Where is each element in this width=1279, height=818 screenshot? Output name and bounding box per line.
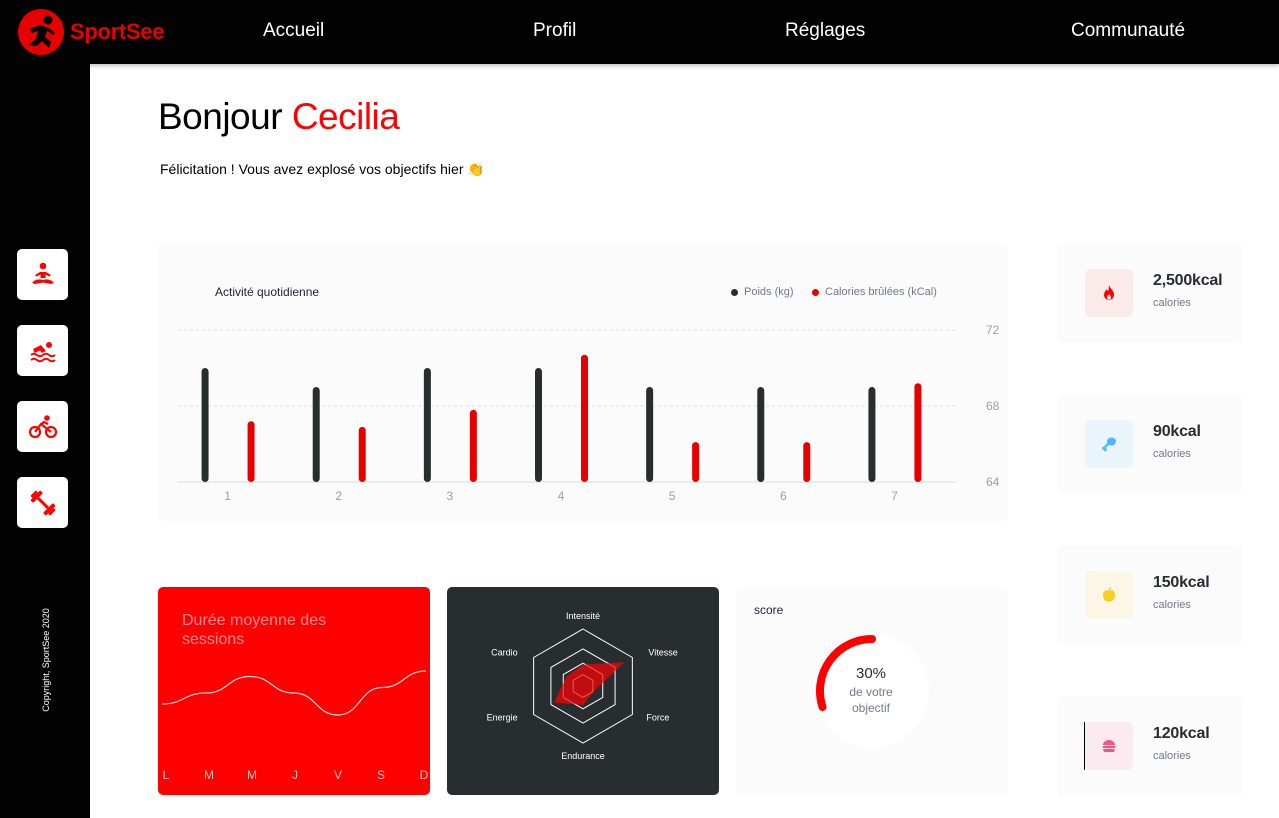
sessions-plot: LMMJVSD <box>161 670 429 782</box>
dumbbell-icon <box>30 490 55 515</box>
score-line2: objectif <box>851 701 891 715</box>
sidebar-item-yoga[interactable] <box>17 249 68 300</box>
day-label: L <box>163 768 170 782</box>
day-label: S <box>377 768 385 782</box>
day-label: D <box>420 768 429 782</box>
runner-logo-icon <box>18 9 64 55</box>
activity-plot: 64 68 72 1 2 3 4 5 6 7 <box>178 323 1000 503</box>
day-label: J <box>292 768 298 782</box>
session-line <box>161 670 427 716</box>
key-card-icon-box <box>1085 571 1133 619</box>
calories-label: calories <box>1153 297 1191 309</box>
weight-bar <box>757 387 765 482</box>
nav-communaute[interactable]: Communauté <box>1071 20 1185 42</box>
x-tick-label: 2 <box>335 489 342 503</box>
key-card-icon-box <box>1085 722 1133 770</box>
nav-reglages[interactable]: Réglages <box>785 20 865 42</box>
chicken-icon <box>1102 437 1116 452</box>
y-tick-label: 72 <box>986 323 1000 337</box>
weight-bar <box>868 387 876 482</box>
yoga-icon <box>31 262 54 284</box>
score-percent: 30% <box>855 665 887 682</box>
day-label: V <box>334 768 342 782</box>
radar-axis-label: Cardio <box>491 648 518 658</box>
logo[interactable]: SportSee <box>18 9 164 55</box>
weight-bar <box>423 368 431 482</box>
score-center: 30% de votre objectif <box>821 665 921 716</box>
average-sessions-chart: Durée moyenne des sessions LMMJVSD <box>158 587 430 795</box>
key-card-proteins: 90kcal calories <box>1057 394 1242 494</box>
radar-axis-label: Energie <box>487 713 518 723</box>
x-tick-label: 5 <box>669 489 676 503</box>
performance-radar-chart: Intensité Vitesse Force Endurance Energie Car… <box>447 587 719 795</box>
x-tick-label: 7 <box>891 489 898 503</box>
radar-axis-label: Vitesse <box>648 648 677 658</box>
cycling-icon <box>28 414 57 438</box>
key-card-calories: 2,500kcal calories <box>1057 243 1242 343</box>
carbs-value: 150kcal <box>1153 574 1210 591</box>
day-label: M <box>247 768 257 782</box>
y-tick-label: 64 <box>986 475 1000 489</box>
logo-text: SportSee <box>70 19 165 44</box>
x-tick-label: 3 <box>447 489 454 503</box>
key-card-lipids: 120kcal calories <box>1057 696 1242 796</box>
copyright: Copyright, SportSee 2020 <box>41 608 51 712</box>
weight-bar <box>646 387 654 482</box>
calorie-bar <box>914 383 922 482</box>
calorie-bar <box>581 354 588 482</box>
x-tick-label: 6 <box>780 489 787 503</box>
weight-bar <box>201 368 209 482</box>
apple-icon <box>1103 586 1115 602</box>
radar-plot: Intensité Vitesse Force Endurance Energie Car… <box>487 611 678 761</box>
nav-accueil[interactable]: Accueil <box>263 20 324 42</box>
nav-profil[interactable]: Profil <box>533 20 576 42</box>
calorie-bar <box>803 442 811 482</box>
sidebar-item-swimming[interactable] <box>17 325 68 376</box>
radar-axis-label: Force <box>646 713 669 723</box>
score-chart: score 30% de votre objectif <box>736 587 1008 795</box>
daily-activity-chart: Activité quotidienne Poids (kg) Calories… <box>158 243 1008 521</box>
calorie-bar <box>692 442 700 482</box>
calories-value: 2,500kcal <box>1153 272 1223 289</box>
greeting-hello: Bonjour <box>158 96 283 137</box>
x-tick-label: 4 <box>558 489 565 503</box>
burger-icon <box>1102 740 1116 752</box>
sidebar: Copyright, SportSee 2020 <box>0 64 90 818</box>
user-name: Cecilia <box>291 96 400 137</box>
swimming-icon <box>29 341 56 362</box>
carbs-label: calories <box>1153 599 1191 611</box>
radar-axis-label: Intensité <box>566 611 600 621</box>
key-card-icon-box <box>1085 269 1133 317</box>
top-navigation: SportSee Accueil Profil Réglages Communa… <box>0 0 1279 64</box>
sidebar-item-musculation[interactable] <box>17 477 68 528</box>
calorie-bar <box>358 426 366 482</box>
greeting-message: Félicitation ! Vous avez explosé vos obj… <box>160 161 485 177</box>
day-label: M <box>204 768 214 782</box>
x-tick-label: 1 <box>224 489 231 503</box>
weight-bar <box>312 387 320 482</box>
calorie-bar <box>469 409 477 482</box>
lipids-label: calories <box>1153 750 1191 762</box>
lipids-value: 120kcal <box>1153 725 1210 742</box>
sidebar-item-cycling[interactable] <box>17 401 68 452</box>
weight-bar <box>535 368 542 482</box>
score-line1: de votre <box>849 685 893 699</box>
key-card-icon-box <box>1085 420 1133 468</box>
calorie-bar <box>247 421 255 482</box>
y-tick-label: 68 <box>986 399 1000 413</box>
key-card-carbs: 150kcal calories <box>1057 545 1242 645</box>
proteins-value: 90kcal <box>1153 423 1201 440</box>
proteins-label: calories <box>1153 448 1191 460</box>
page-title: Bonjour Cecilia <box>158 96 400 138</box>
radar-axis-label: Endurance <box>561 751 605 761</box>
radar-area <box>554 662 625 705</box>
flame-icon <box>1104 285 1114 300</box>
